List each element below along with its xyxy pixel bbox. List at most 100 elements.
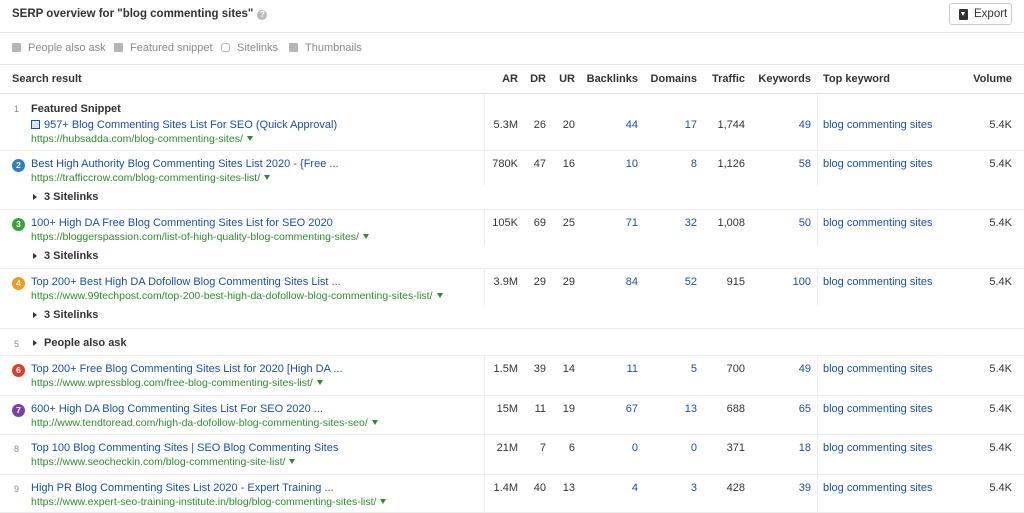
metric-keywords[interactable]: 65 xyxy=(799,403,811,415)
metric-ur: 25 xyxy=(562,217,575,229)
result-title-link[interactable]: High PR Blog Commenting Sites List 2020 … xyxy=(31,482,334,494)
dropdown-caret-icon[interactable] xyxy=(289,459,296,464)
result-url[interactable]: https://www.expert-seo-training-institut… xyxy=(31,496,387,508)
metric-domains[interactable]: 52 xyxy=(685,276,697,288)
row-position: 5 xyxy=(14,339,20,349)
help-icon[interactable]: ? xyxy=(257,10,268,20)
feature-thumbnails[interactable]: Thumbnails xyxy=(289,42,362,54)
feature-people-also-ask[interactable]: People also ask xyxy=(12,42,106,54)
col-ar[interactable]: AR xyxy=(502,73,518,85)
serp-header: SERP overview for "blog commenting sites… xyxy=(0,0,1024,33)
top-keyword-link[interactable]: blog commenting sites xyxy=(823,482,932,494)
metric-keywords[interactable]: 18 xyxy=(799,442,811,454)
result-url[interactable]: https://hubsadda.com/blog-commenting-sit… xyxy=(31,133,253,145)
col-dr[interactable]: DR xyxy=(530,73,546,85)
metric-domains[interactable]: 8 xyxy=(691,158,697,170)
feature-label: Featured snippet xyxy=(130,42,213,54)
metric-backlinks[interactable]: 4 xyxy=(632,482,638,494)
result-url-text: https://www.99techpost.com/top-200-best-… xyxy=(31,290,433,302)
sitelinks-divider xyxy=(0,305,1024,306)
result-title: Top 200+ Free Blog Commenting Sites List… xyxy=(31,363,343,375)
metric-domains[interactable]: 32 xyxy=(685,217,697,229)
col-domains[interactable]: Domains xyxy=(651,73,697,85)
metric-backlinks[interactable]: 71 xyxy=(626,217,638,229)
metric-backlinks[interactable]: 11 xyxy=(627,363,638,375)
result-url[interactable]: https://bloggerspassion.com/list-of-high… xyxy=(31,231,369,243)
top-keyword-link[interactable]: blog commenting sites xyxy=(823,276,932,288)
feature-sitelinks[interactable]: Sitelinks xyxy=(221,42,278,54)
result-url[interactable]: https://www.seocheckin.com/blog-commenti… xyxy=(31,456,296,468)
col-volume[interactable]: Volume xyxy=(973,73,1012,85)
metric-keywords[interactable]: 100 xyxy=(793,276,811,288)
metric-domains[interactable]: 5 xyxy=(691,363,697,375)
metric-volume: 5.4K xyxy=(989,482,1012,494)
result-url-text: https://www.wpressblog.com/free-blog-com… xyxy=(31,377,313,389)
sitelinks-toggle[interactable]: 3 Sitelinks xyxy=(33,309,98,321)
metric-keywords[interactable]: 50 xyxy=(799,217,811,229)
result-title-link[interactable]: Top 100 Blog Commenting Sites | SEO Blog… xyxy=(31,442,338,454)
metric-traffic: 428 xyxy=(726,482,745,494)
dropdown-caret-icon[interactable] xyxy=(436,293,443,298)
result-title-link[interactable]: 100+ High DA Free Blog Commenting Sites … xyxy=(31,217,333,229)
page-title-text: SERP overview for "blog commenting sites… xyxy=(12,8,254,20)
col-traffic[interactable]: Traffic xyxy=(712,73,745,85)
column-divider xyxy=(817,210,818,245)
column-divider xyxy=(817,475,818,512)
metric-keywords[interactable]: 49 xyxy=(799,363,811,375)
metric-backlinks[interactable]: 0 xyxy=(632,442,638,454)
result-url[interactable]: http://www.tendtoread.com/high-da-dofoll… xyxy=(31,417,378,429)
top-keyword-link[interactable]: blog commenting sites xyxy=(823,119,932,131)
dropdown-caret-icon[interactable] xyxy=(246,136,253,141)
result-title-link[interactable]: Top 200+ Free Blog Commenting Sites List… xyxy=(31,363,343,375)
sitelinks-toggle[interactable]: 3 Sitelinks xyxy=(33,250,98,262)
col-keywords[interactable]: Keywords xyxy=(758,73,811,85)
result-url[interactable]: https://www.wpressblog.com/free-blog-com… xyxy=(31,377,323,389)
result-title-link[interactable]: Top 200+ Best High DA Dofollow Blog Comm… xyxy=(31,276,341,288)
metric-keywords[interactable]: 58 xyxy=(799,158,811,170)
expand-arrow-icon xyxy=(33,312,37,318)
top-keyword-link[interactable]: blog commenting sites xyxy=(823,442,932,454)
top-keyword-link[interactable]: blog commenting sites xyxy=(823,217,932,229)
people-also-ask-toggle[interactable]: People also ask xyxy=(33,337,127,349)
top-keyword-link[interactable]: blog commenting sites xyxy=(823,158,932,170)
dropdown-caret-icon[interactable] xyxy=(316,380,323,385)
metric-domains[interactable]: 3 xyxy=(691,482,697,494)
top-keyword-link[interactable]: blog commenting sites xyxy=(823,403,932,415)
dropdown-caret-icon[interactable] xyxy=(362,234,369,239)
col-ur[interactable]: UR xyxy=(559,73,575,85)
result-url[interactable]: https://www.99techpost.com/top-200-best-… xyxy=(31,290,443,302)
column-divider xyxy=(484,269,485,305)
dropdown-caret-icon[interactable] xyxy=(380,499,387,504)
metric-backlinks[interactable]: 44 xyxy=(626,119,638,131)
column-divider xyxy=(484,396,485,434)
col-search-result[interactable]: Search result xyxy=(12,73,82,85)
result-title-link[interactable]: 957+ Blog Commenting Sites List For SEO … xyxy=(31,119,337,131)
metric-domains[interactable]: 13 xyxy=(685,403,697,415)
col-backlinks[interactable]: Backlinks xyxy=(587,73,638,85)
dropdown-caret-icon[interactable] xyxy=(371,420,378,425)
feature-label: Sitelinks xyxy=(237,42,278,54)
metric-backlinks[interactable]: 67 xyxy=(626,403,638,415)
column-divider xyxy=(484,435,485,474)
table-row: 9 High PR Blog Commenting Sites List 2020… xyxy=(0,475,1024,513)
result-title-link[interactable]: 600+ High DA Blog Commenting Sites List … xyxy=(31,403,323,415)
metric-domains[interactable]: 17 xyxy=(685,119,697,131)
export-button[interactable]: Export xyxy=(949,3,1012,25)
result-url[interactable]: https://trafficcrow.com/blog-commenting-… xyxy=(31,172,271,184)
position-badge: 2 xyxy=(12,159,25,172)
top-keyword-link[interactable]: blog commenting sites xyxy=(823,363,932,375)
result-title-link[interactable]: Best High Authority Blog Commenting Site… xyxy=(31,158,339,170)
metric-keywords[interactable]: 39 xyxy=(799,482,811,494)
metric-dr: 11 xyxy=(534,403,546,415)
metric-keywords[interactable]: 49 xyxy=(799,119,811,131)
metric-domains[interactable]: 0 xyxy=(691,442,697,454)
page-title: SERP overview for "blog commenting sites… xyxy=(12,8,268,20)
metric-backlinks[interactable]: 10 xyxy=(626,158,638,170)
sitelinks-toggle[interactable]: 3 Sitelinks xyxy=(33,191,98,203)
column-divider xyxy=(484,475,485,512)
feature-featured-snippet[interactable]: Featured snippet xyxy=(114,42,213,54)
col-top-keyword[interactable]: Top keyword xyxy=(823,73,890,85)
metric-backlinks[interactable]: 84 xyxy=(626,276,638,288)
dropdown-caret-icon[interactable] xyxy=(264,175,271,180)
thumbnails-icon xyxy=(289,43,298,52)
